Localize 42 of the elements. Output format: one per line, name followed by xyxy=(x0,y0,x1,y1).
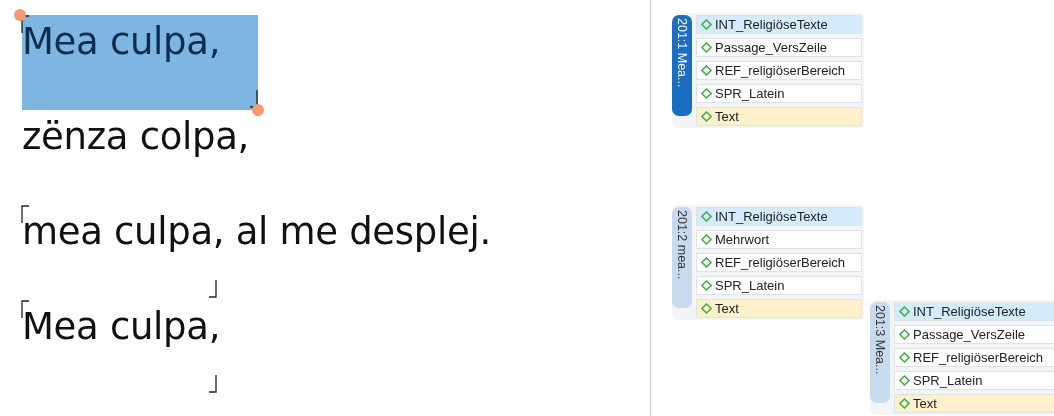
paragraph-text: zënza colpa, xyxy=(22,115,250,159)
code-item[interactable]: INT_ReligiöseTexte xyxy=(696,207,862,226)
code-item[interactable]: Text xyxy=(696,299,862,318)
paragraph-text: Mea culpa, xyxy=(22,20,221,64)
segment-label[interactable]: 201:1 Mea... xyxy=(672,15,692,116)
diamond-icon xyxy=(701,111,712,122)
diamond-icon xyxy=(899,398,910,409)
diamond-icon xyxy=(899,306,910,317)
diamond-icon xyxy=(701,280,712,291)
code-item[interactable]: Mehrwort xyxy=(696,230,862,249)
code-item[interactable]: INT_ReligiöseTexte xyxy=(696,15,862,34)
code-item[interactable]: Text xyxy=(894,394,1054,413)
code-item[interactable]: REF_religiöserBereich xyxy=(696,253,862,272)
diamond-icon xyxy=(899,329,910,340)
diamond-icon xyxy=(701,234,712,245)
diamond-icon xyxy=(701,19,712,30)
segment-label[interactable]: 201:2 mea... xyxy=(672,207,692,308)
code-item[interactable]: Passage_VersZeile xyxy=(894,325,1054,344)
code-item[interactable]: REF_religiöserBereich xyxy=(696,61,862,80)
segment-label[interactable]: 201:3 Mea... xyxy=(870,302,890,403)
diamond-icon xyxy=(899,352,910,363)
paragraph-text: Mea culpa, xyxy=(22,305,221,349)
diamond-icon xyxy=(701,303,712,314)
code-item[interactable]: SPR_Latein xyxy=(894,371,1054,390)
code-item[interactable]: INT_ReligiöseTexte xyxy=(894,302,1054,321)
selection-handle[interactable] xyxy=(252,104,264,116)
code-item[interactable]: REF_religiöserBereich xyxy=(894,348,1054,367)
code-item[interactable]: Passage_VersZeile xyxy=(696,38,862,57)
segment-end-mark xyxy=(250,90,258,108)
diamond-icon xyxy=(701,211,712,222)
diamond-icon xyxy=(701,65,712,76)
segment-end-mark xyxy=(209,280,217,298)
diamond-icon xyxy=(701,257,712,268)
diamond-icon xyxy=(701,88,712,99)
code-item[interactable]: SPR_Latein xyxy=(696,276,862,295)
diamond-icon xyxy=(701,42,712,53)
code-item[interactable]: SPR_Latein xyxy=(696,84,862,103)
code-item[interactable]: Text xyxy=(696,107,862,126)
selection-handle[interactable] xyxy=(14,9,26,21)
paragraph-text: mea culpa, al me desplej. xyxy=(22,210,491,254)
diamond-icon xyxy=(899,375,910,386)
segment-end-mark xyxy=(209,375,217,393)
